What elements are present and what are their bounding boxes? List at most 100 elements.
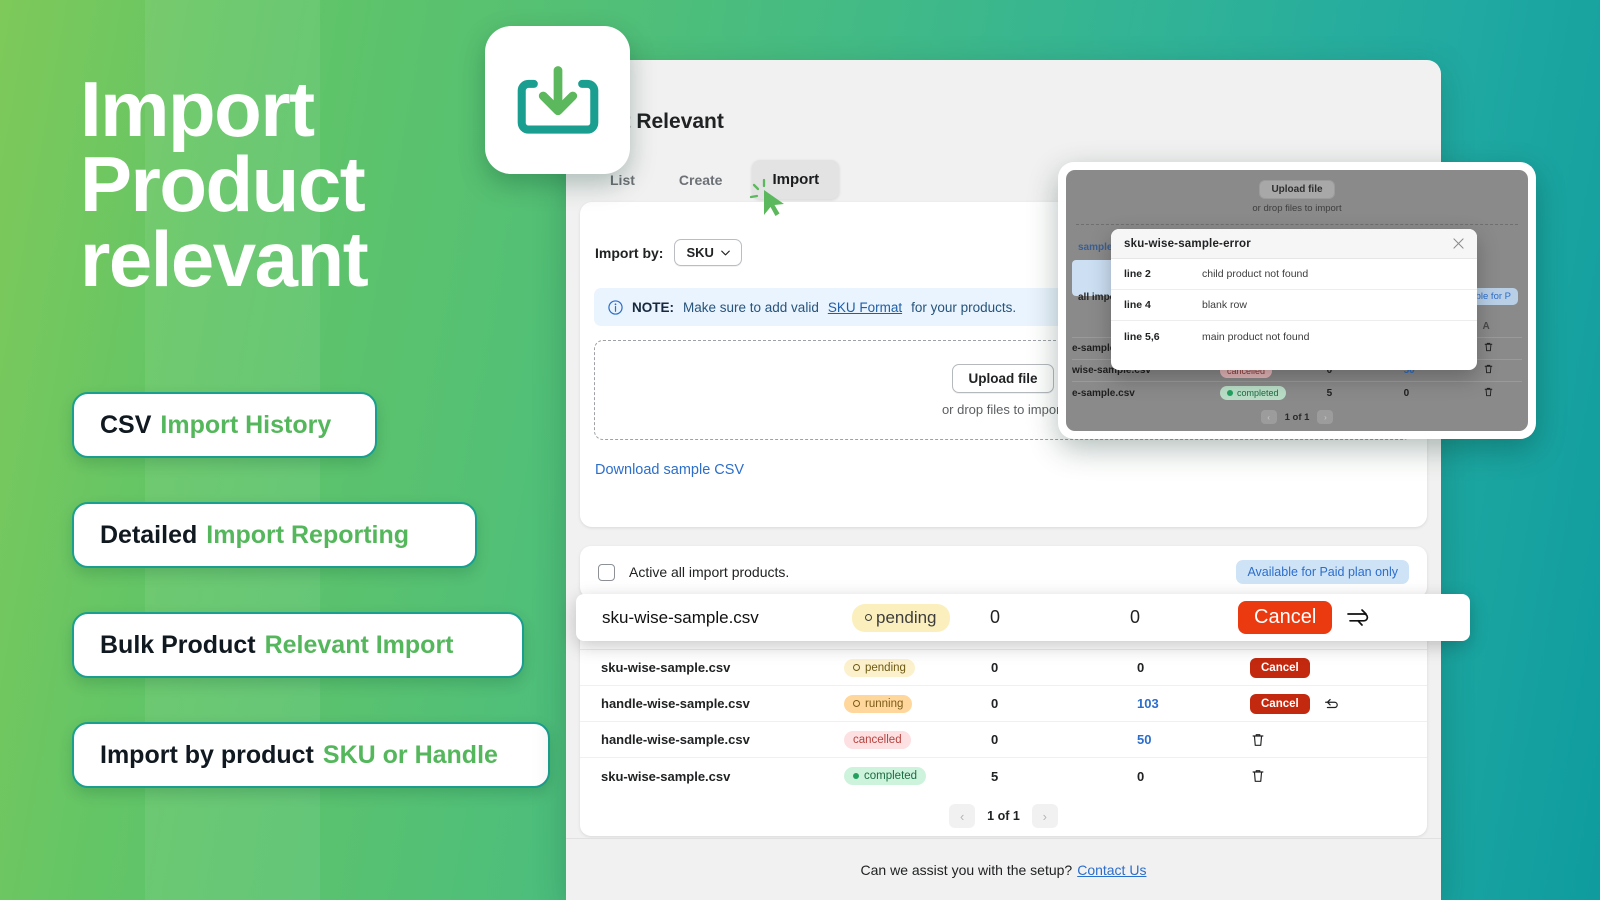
magnified-cancel-button[interactable]: Cancel bbox=[1238, 601, 1333, 634]
import-by-select[interactable]: SKU bbox=[674, 239, 742, 266]
p2-row-3-status-label: completed bbox=[1237, 388, 1279, 398]
table-row[interactable]: sku-wise-sample.csv pending 0 0 Cancel bbox=[580, 650, 1427, 686]
tab-create[interactable]: Create bbox=[665, 163, 737, 197]
pill-1-green-text: Import History bbox=[160, 410, 332, 439]
trash-icon[interactable] bbox=[1250, 732, 1266, 748]
row-4-success-count: 5 bbox=[991, 768, 999, 784]
p2-pagination-next-button[interactable]: › bbox=[1317, 410, 1334, 424]
p2-upload-file-button[interactable]: Upload file bbox=[1259, 180, 1335, 199]
p2-status-badge-completed: completed bbox=[1220, 386, 1286, 400]
pill-2-green-text: Import Reporting bbox=[206, 520, 410, 549]
p2-row-3-success: 5 bbox=[1326, 387, 1333, 399]
status-badge-cancelled: cancelled bbox=[844, 730, 911, 749]
completed-dot-icon bbox=[853, 773, 859, 779]
table-row[interactable]: sku-wise-sample.csv completed 5 0 bbox=[580, 758, 1427, 794]
p2-drop-hint: or drop files to import bbox=[1252, 203, 1342, 214]
retry-icon[interactable] bbox=[1345, 607, 1371, 629]
error-row-2-message: blank row bbox=[1202, 299, 1247, 311]
magnified-status: pending bbox=[852, 603, 990, 632]
pill-2-dark-text: Detailed bbox=[100, 520, 198, 549]
error-detail-modal: sku-wise-sample-error line 2 child produ… bbox=[1111, 229, 1477, 370]
upload-file-button[interactable]: Upload file bbox=[952, 363, 1054, 393]
completed-dot-icon bbox=[1227, 390, 1234, 396]
row-1-failed-count: 0 bbox=[1137, 660, 1145, 675]
import-download-icon bbox=[517, 66, 598, 134]
trash-icon[interactable] bbox=[1483, 386, 1494, 398]
trash-icon[interactable] bbox=[1483, 341, 1494, 353]
feature-pill-detailed-import-reporting: Detailed Import Reporting bbox=[72, 502, 477, 568]
active-all-label: Active all import products. bbox=[629, 564, 790, 580]
pill-3-green-text: Relevant Import bbox=[264, 630, 454, 659]
trash-icon[interactable] bbox=[1483, 363, 1494, 375]
status-badge-pending: pending bbox=[844, 658, 915, 677]
table-row[interactable]: handle-wise-sample.csv running 0 103 Can… bbox=[580, 686, 1427, 722]
row-2-status: running bbox=[844, 694, 991, 713]
row-2-failed-count[interactable]: 103 bbox=[1137, 696, 1250, 711]
row-4-file-name: sku-wise-sample.csv bbox=[601, 768, 731, 784]
pill-4-dark-text: Import by product bbox=[100, 740, 314, 769]
row-4-actions bbox=[1250, 768, 1370, 784]
row-1-file-name: sku-wise-sample.csv bbox=[601, 660, 731, 675]
feature-pill-csv-import-history: CSV Import History bbox=[72, 392, 377, 458]
row-3-failed-count[interactable]: 50 bbox=[1137, 732, 1250, 747]
row-4-failed-count: 0 bbox=[1137, 768, 1145, 784]
row-2-success-count: 0 bbox=[991, 696, 999, 711]
import-by-label: Import by: bbox=[595, 244, 664, 261]
row-4-status: completed bbox=[844, 767, 991, 785]
magnified-failed-count: 0 bbox=[1130, 607, 1141, 627]
row-1-status-label: pending bbox=[865, 661, 906, 674]
pagination-prev-button[interactable]: ‹ bbox=[949, 804, 976, 828]
pill-1-dark-text: CSV bbox=[100, 410, 152, 439]
row-1-success-count: 0 bbox=[991, 660, 999, 675]
row-1-cancel-button[interactable]: Cancel bbox=[1250, 657, 1310, 678]
error-row: line 4 blank row bbox=[1111, 290, 1477, 321]
p2-pagination: ‹ 1 of 1 › bbox=[1072, 410, 1522, 424]
mouse-cursor bbox=[749, 178, 784, 216]
p2-pagination-prev-button[interactable]: ‹ bbox=[1260, 410, 1277, 424]
magnified-pending-row[interactable]: sku-wise-sample.csv pending 0 0 Cancel bbox=[576, 594, 1470, 641]
download-sample-csv-link[interactable]: Download sample CSV bbox=[595, 462, 744, 478]
contact-us-link[interactable]: Contact Us bbox=[1077, 862, 1146, 878]
pagination-next-button[interactable]: › bbox=[1031, 804, 1058, 828]
import-by-value: SKU bbox=[686, 245, 714, 260]
retry-icon[interactable] bbox=[1323, 696, 1339, 712]
p2-row-1-action bbox=[1483, 341, 1522, 356]
row-2-status-label: running bbox=[865, 697, 904, 710]
row-3-file-name: handle-wise-sample.csv bbox=[601, 732, 750, 747]
page-title: Import Product relevant bbox=[80, 65, 550, 303]
active-all-products-bar: Active all import products. Available fo… bbox=[580, 546, 1427, 598]
trash-icon[interactable] bbox=[1250, 768, 1266, 784]
row-3-success-count: 0 bbox=[991, 732, 999, 747]
table-row[interactable]: handle-wise-sample.csv cancelled 0 50 bbox=[580, 722, 1427, 758]
info-icon bbox=[608, 299, 623, 315]
note-text-1: Make sure to add valid bbox=[683, 299, 819, 315]
row-1-status: pending bbox=[844, 658, 991, 677]
note-prefix: NOTE: bbox=[632, 299, 674, 315]
magnified-success-count: 0 bbox=[990, 607, 1001, 627]
footer-text: Can we assist you with the setup? bbox=[860, 861, 1073, 878]
p2-row-3-action bbox=[1483, 386, 1522, 401]
note-text-2: for your products. bbox=[911, 299, 1017, 315]
close-icon[interactable] bbox=[1453, 238, 1464, 249]
drop-hint-text: or drop files to import bbox=[941, 401, 1065, 417]
p2-dropzone[interactable]: Upload file or drop files to import bbox=[1066, 180, 1528, 214]
magnified-status-badge-pending: pending bbox=[852, 603, 950, 632]
row-3-actions bbox=[1250, 732, 1370, 748]
headline-line-1: Import bbox=[80, 65, 315, 153]
headline-line-3: relevant bbox=[80, 214, 369, 303]
note-link-sku-format[interactable]: SKU Format bbox=[828, 300, 902, 315]
error-modal-title: sku-wise-sample-error bbox=[1124, 237, 1251, 250]
row-2-file-name: handle-wise-sample.csv bbox=[601, 696, 750, 711]
magnified-status-label: pending bbox=[876, 607, 937, 627]
app-logo-badge bbox=[485, 26, 630, 174]
chevron-down-icon bbox=[721, 250, 730, 255]
error-row-3-message: main product not found bbox=[1202, 330, 1310, 343]
p2-dropzone-divider bbox=[1076, 224, 1518, 225]
row-4-status-label: completed bbox=[864, 770, 918, 782]
active-all-checkbox[interactable] bbox=[598, 563, 615, 581]
p2-table-row[interactable]: e-sample.csv completed 5 0 bbox=[1072, 382, 1522, 404]
row-2-cancel-button[interactable]: Cancel bbox=[1250, 693, 1310, 714]
p2-row-3-failed: 0 bbox=[1403, 387, 1410, 399]
row-1-actions: Cancel bbox=[1250, 657, 1370, 678]
app-footer: Can we assist you with the setup? Contac… bbox=[566, 838, 1441, 900]
